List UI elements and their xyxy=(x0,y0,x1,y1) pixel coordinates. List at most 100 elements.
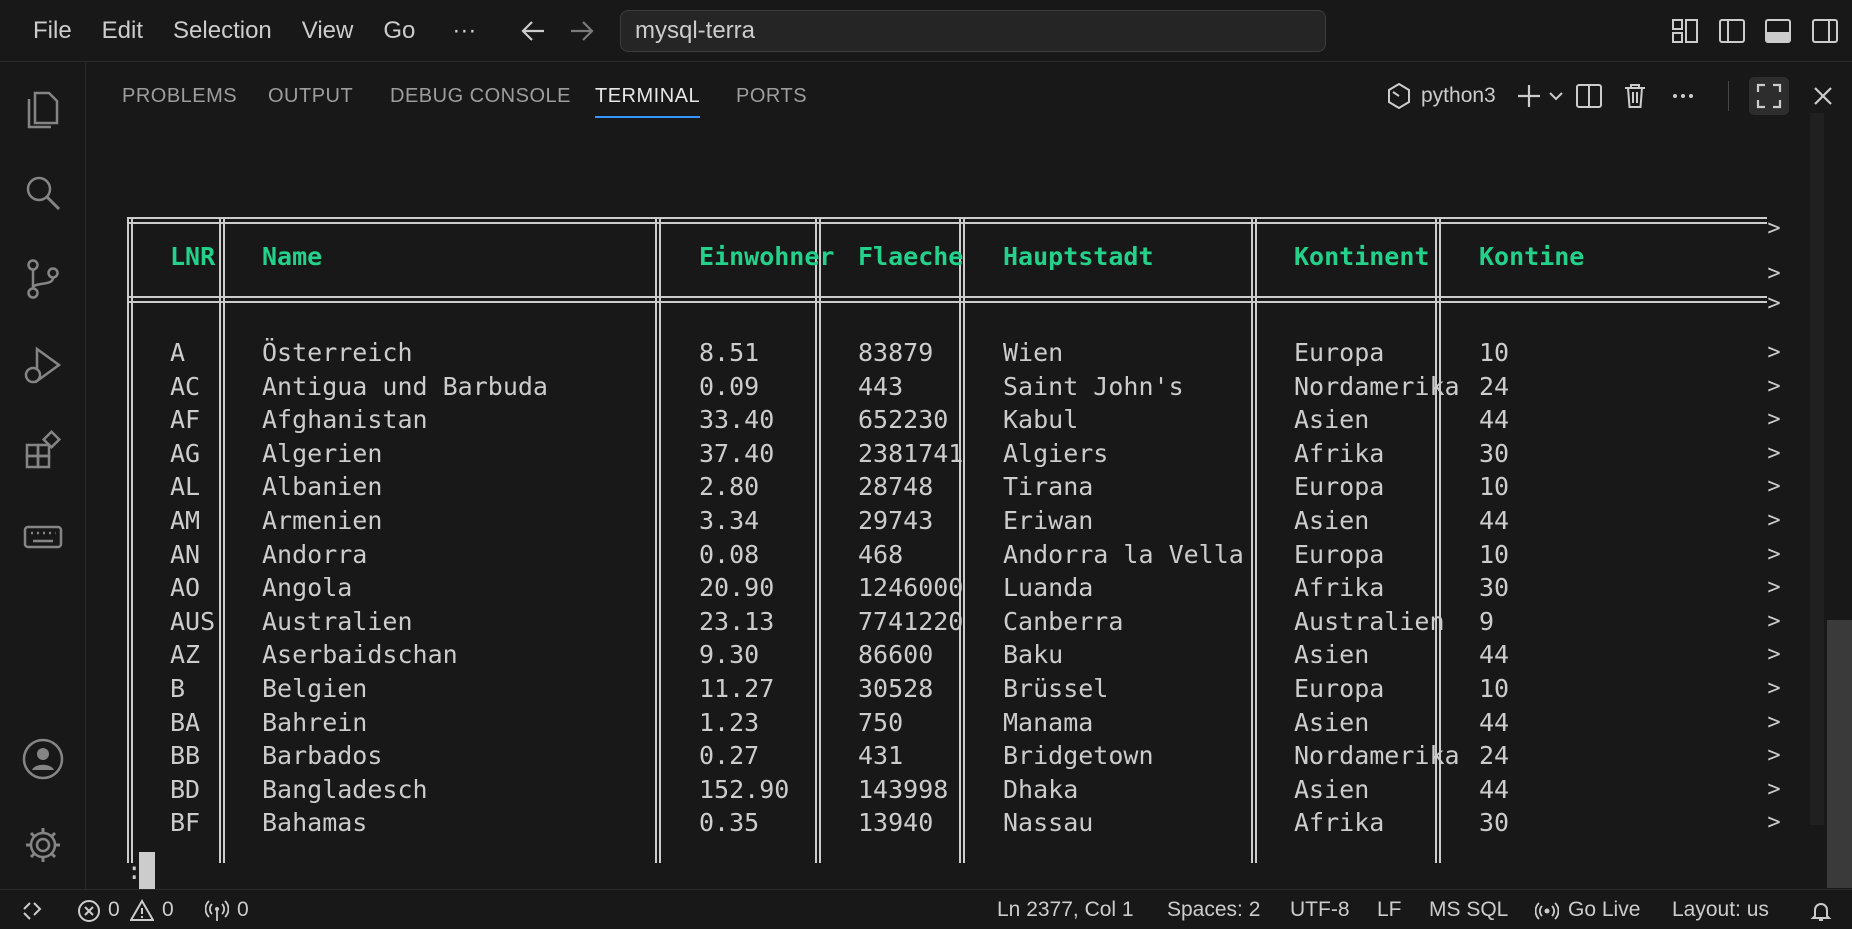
explorer-files-icon[interactable] xyxy=(19,83,67,131)
table-cell: Manama xyxy=(1003,707,1094,737)
command-center-search[interactable]: mysql-terra xyxy=(620,10,1326,52)
table-cell: 9.30 xyxy=(699,640,760,670)
table-cell: 0.08 xyxy=(699,539,760,569)
table-cell: Bahrein xyxy=(262,707,368,737)
close-panel-icon[interactable] xyxy=(1807,80,1839,112)
table-cell: BB xyxy=(170,741,201,771)
table-cell: 468 xyxy=(858,539,904,569)
overflow-marker: > xyxy=(1767,373,1781,399)
table-cell: BA xyxy=(170,707,201,737)
forward-arrow-icon[interactable] xyxy=(563,14,599,48)
toggle-panel-icon[interactable] xyxy=(1763,16,1793,46)
column-separator xyxy=(219,217,225,863)
table-cell: 652230 xyxy=(858,405,949,435)
table-cell: 3.34 xyxy=(699,506,760,535)
overflow-marker: > xyxy=(1767,676,1781,701)
overflow-marker: > xyxy=(1767,291,1781,316)
panel: PROBLEMS OUTPUT DEBUG CONSOLE TERMINAL P… xyxy=(87,63,1852,889)
table-cell: Asien xyxy=(1294,506,1370,535)
tab-ports[interactable]: PORTS xyxy=(736,63,807,129)
cursor-position[interactable]: Ln 2377, Col 1 xyxy=(997,890,1134,929)
terminal-dropdown-chevron-icon[interactable] xyxy=(1546,80,1566,112)
column-header: Kontine xyxy=(1479,242,1585,271)
language-mode[interactable]: MS SQL xyxy=(1429,890,1508,929)
table-cell: Antigua und Barbuda xyxy=(262,371,548,401)
table-cell: Andorra xyxy=(262,539,368,569)
more-actions-ellipsis-icon[interactable] xyxy=(1667,80,1699,112)
source-control-icon[interactable] xyxy=(19,255,67,303)
error-icon[interactable] xyxy=(77,899,101,923)
encoding[interactable]: UTF-8 xyxy=(1290,890,1350,929)
warning-icon[interactable] xyxy=(130,899,154,923)
new-terminal-plus-icon[interactable] xyxy=(1514,80,1544,112)
table-cell: A xyxy=(170,338,186,367)
error-count[interactable]: 0 xyxy=(108,890,120,929)
table-cell: B xyxy=(170,674,186,703)
menu-more[interactable]: ··· xyxy=(430,0,491,62)
account-icon[interactable] xyxy=(19,735,67,783)
menu-view[interactable]: View xyxy=(287,0,369,62)
toggle-secondary-sidebar-icon[interactable] xyxy=(1810,16,1840,46)
split-terminal-icon[interactable] xyxy=(1573,80,1605,112)
panel-tabs: PROBLEMS OUTPUT DEBUG CONSOLE TERMINAL P… xyxy=(87,63,1852,129)
table-cell: Asien xyxy=(1294,640,1370,670)
maximize-panel-button[interactable] xyxy=(1749,77,1789,115)
tab-problems[interactable]: PROBLEMS xyxy=(122,63,237,129)
table-cell: Afrika xyxy=(1294,438,1385,468)
settings-gear-icon[interactable] xyxy=(19,821,67,869)
run-debug-icon[interactable] xyxy=(19,341,67,389)
overflow-marker: > xyxy=(1767,261,1781,286)
table-cell: Dhaka xyxy=(1003,774,1079,804)
table-cell: Brüssel xyxy=(1003,674,1109,703)
go-live[interactable]: Go Live xyxy=(1568,890,1640,929)
menu-edit[interactable]: Edit xyxy=(87,0,158,62)
table-cell: 2381741 xyxy=(858,438,964,468)
tab-terminal[interactable]: TERMINAL xyxy=(595,63,701,129)
table-cell: Andorra la Vella xyxy=(1003,539,1244,569)
ports-antenna-icon[interactable] xyxy=(205,899,229,923)
tab-output[interactable]: OUTPUT xyxy=(268,63,353,129)
table-cell: 143998 xyxy=(858,774,949,804)
menu-file[interactable]: File xyxy=(18,0,87,62)
table-cell: 24 xyxy=(1479,371,1510,401)
table-cell: 29743 xyxy=(858,506,934,535)
terminal-name[interactable]: python3 xyxy=(1421,80,1496,112)
customize-layout-icon[interactable] xyxy=(1670,16,1700,46)
table-cell: 86600 xyxy=(858,640,934,670)
keyboard-icon[interactable] xyxy=(19,513,67,561)
end-of-line[interactable]: LF xyxy=(1377,890,1402,929)
table-cell: AZ xyxy=(170,640,201,670)
table-cell: AN xyxy=(170,539,201,569)
table-cell: Afrika xyxy=(1294,808,1385,838)
back-arrow-icon[interactable] xyxy=(516,14,552,48)
overflow-marker: > xyxy=(1767,216,1781,241)
table-cell: Österreich xyxy=(262,338,413,367)
search-icon[interactable] xyxy=(19,169,67,217)
indentation[interactable]: Spaces: 2 xyxy=(1167,890,1260,929)
table-cell: Bahamas xyxy=(262,808,368,838)
warning-count[interactable]: 0 xyxy=(162,890,174,929)
overflow-marker: > xyxy=(1767,474,1781,500)
table-cell: AO xyxy=(170,573,201,603)
actions-separator xyxy=(1728,81,1729,111)
column-separator xyxy=(815,217,821,863)
menu-go[interactable]: Go xyxy=(368,0,430,62)
column-separator xyxy=(127,217,133,863)
table-cell: 44 xyxy=(1479,707,1510,737)
kill-terminal-trash-icon[interactable] xyxy=(1619,80,1651,112)
terminal-scroll-track[interactable] xyxy=(1810,113,1824,825)
tab-debug-console[interactable]: DEBUG CONSOLE xyxy=(390,63,571,129)
table-cell: 10 xyxy=(1479,674,1510,703)
table-cell: Bridgetown xyxy=(1003,741,1154,771)
go-live-broadcast-icon[interactable] xyxy=(1535,899,1559,923)
menu-selection[interactable]: Selection xyxy=(158,0,287,62)
table-cell: 431 xyxy=(858,741,904,771)
toggle-primary-sidebar-icon[interactable] xyxy=(1717,16,1747,46)
terminal-scrollbar-thumb[interactable] xyxy=(1827,620,1852,888)
remote-indicator-icon[interactable] xyxy=(20,899,44,923)
terminal-output[interactable]: LNR Name Einwohner Flaeche Hauptstadt Kontine… xyxy=(127,151,1817,863)
notifications-bell-icon[interactable] xyxy=(1809,899,1833,923)
keyboard-layout[interactable]: Layout: us xyxy=(1672,890,1769,929)
ports-count[interactable]: 0 xyxy=(237,890,249,929)
extensions-icon[interactable] xyxy=(19,427,67,475)
